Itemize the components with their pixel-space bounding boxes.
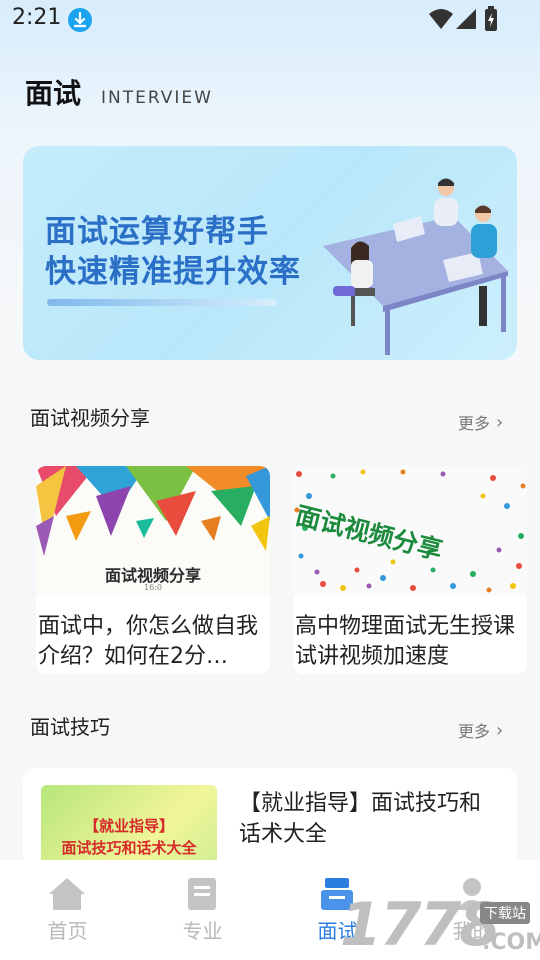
page-subtitle: INTERVIEW bbox=[101, 88, 213, 108]
more-tips-link[interactable]: 更多 › bbox=[458, 718, 503, 742]
office-meeting-illustration bbox=[323, 178, 508, 355]
tips-thumbnail-line-2: 面试技巧和话术大全 bbox=[61, 839, 197, 857]
watermark-number: 1778 bbox=[340, 890, 501, 960]
tips-title: 【就业指导】面试技巧和话术大全 bbox=[239, 791, 482, 847]
banner-decor-bar bbox=[47, 299, 277, 306]
watermark: 1778 下载站 .COM bbox=[330, 880, 540, 960]
video-card[interactable]: 面试视频分享 16:0 面试中，你怎么做自我介绍？如何在2分… bbox=[36, 466, 270, 674]
nav-item-home[interactable]: 首页 bbox=[0, 860, 135, 960]
video-thumbnail: 面试视频分享 16:0 bbox=[36, 466, 270, 596]
more-videos-link[interactable]: 更多 › bbox=[458, 410, 503, 434]
more-videos-label: 更多 bbox=[458, 414, 491, 433]
status-bar: 2:21 bbox=[0, 0, 540, 40]
section-title-tips: 面试技巧 bbox=[30, 715, 110, 739]
nav-label-home: 首页 bbox=[47, 919, 88, 943]
signal-icon bbox=[455, 8, 477, 34]
banner-line-1: 面试运算好帮手 bbox=[45, 214, 269, 250]
section-title-videos: 面试视频分享 bbox=[30, 406, 150, 430]
nav-item-major[interactable]: 专业 bbox=[135, 860, 270, 960]
video-card[interactable]: 面试视频分享 高中物理面试无生授课试讲视频加速度 bbox=[293, 466, 527, 674]
nav-label-major: 专业 bbox=[182, 919, 223, 943]
watermark-domain: .COM bbox=[482, 930, 540, 955]
tips-thumbnail-line-1: 【就业指导】 bbox=[83, 817, 174, 835]
video-title: 高中物理面试无生授课试讲视频加速度 bbox=[295, 614, 516, 669]
chevron-right-icon: › bbox=[496, 411, 504, 433]
banner-line-2: 快速精准提升效率 bbox=[45, 254, 301, 290]
battery-icon bbox=[484, 6, 498, 36]
promo-banner[interactable]: 面试运算好帮手 快速精准提升效率 bbox=[23, 146, 517, 360]
video-thumbnail: 面试视频分享 bbox=[293, 466, 527, 596]
chevron-right-icon: › bbox=[496, 719, 504, 741]
download-icon bbox=[68, 8, 92, 32]
document-icon bbox=[188, 878, 216, 910]
more-tips-label: 更多 bbox=[458, 722, 491, 741]
wifi-icon bbox=[428, 8, 454, 34]
video-title: 面试中，你怎么做自我介绍？如何在2分… bbox=[38, 614, 259, 669]
home-icon bbox=[49, 878, 85, 910]
watermark-download-label: 下载站 bbox=[480, 902, 530, 924]
page-title: 面试 bbox=[25, 77, 82, 110]
status-time: 2:21 bbox=[12, 5, 62, 30]
thumbnail-version: 16:0 bbox=[144, 583, 162, 592]
